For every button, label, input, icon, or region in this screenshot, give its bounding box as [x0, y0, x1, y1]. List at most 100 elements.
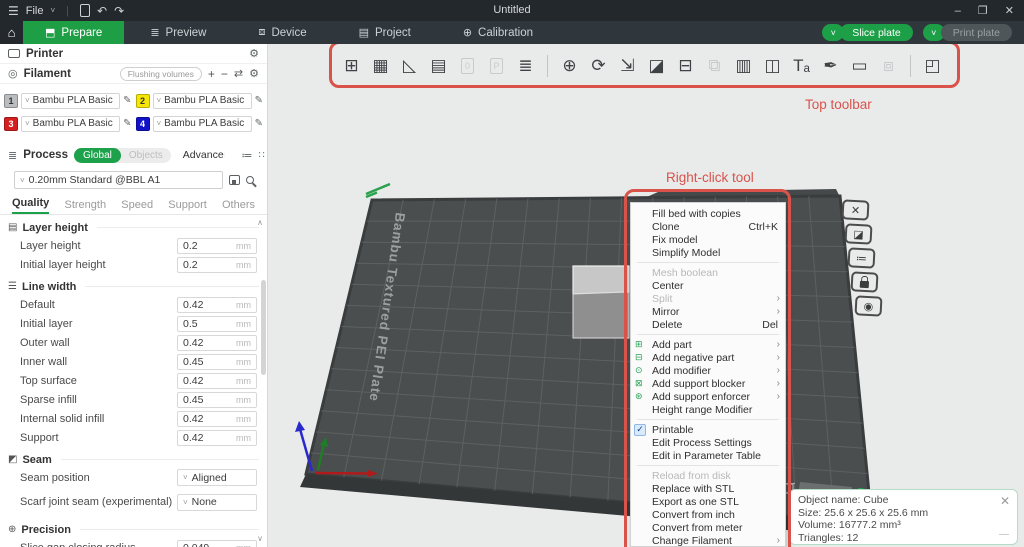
plate-arrange-button[interactable]: ≔: [847, 247, 875, 268]
setting-input[interactable]: 0.45mm: [177, 392, 257, 408]
toolbar-layers-button[interactable]: ≣: [515, 53, 536, 79]
filament-edit-icon[interactable]: ✎: [123, 95, 131, 106]
add-filament-button[interactable]: +: [208, 67, 215, 81]
toolbar-measure-button[interactable]: ▭: [849, 53, 870, 79]
search-icon[interactable]: [246, 176, 254, 184]
hamburger-menu-icon[interactable]: ☰: [8, 5, 19, 17]
toolbar-arrange-button[interactable]: ▤: [428, 53, 449, 79]
menu-item-convert-from-inch[interactable]: Convert from inch: [631, 508, 785, 521]
menu-item-delete[interactable]: DeleteDel: [631, 318, 785, 331]
param-tab-others[interactable]: Others: [222, 199, 255, 214]
plate-settings-button[interactable]: ◉: [854, 295, 882, 316]
filament-dropdown[interactable]: ˅Bambu PLA Basic: [21, 116, 120, 132]
sidebar-scrollbar[interactable]: [261, 280, 266, 375]
filament-dropdown[interactable]: ˅Bambu PLA Basic: [21, 93, 120, 109]
home-tab[interactable]: ⌂: [0, 21, 23, 44]
filament-edit-icon[interactable]: ✎: [255, 118, 263, 129]
menu-item-clone[interactable]: CloneCtrl+K: [631, 220, 785, 233]
file-menu-chevron-icon[interactable]: ˅: [51, 7, 56, 15]
setting-input[interactable]: 0.2mm: [177, 257, 257, 273]
toolbar-add-plate-button[interactable]: ▦: [370, 53, 391, 79]
setting-input[interactable]: 0.42mm: [177, 411, 257, 427]
objects-list-icon[interactable]: ∷: [259, 150, 265, 161]
scope-objects[interactable]: Objects: [121, 150, 171, 161]
toolbar-auto-orient-button[interactable]: ◺: [399, 53, 420, 79]
tab-device[interactable]: ⧈Device: [232, 21, 332, 44]
toolbar-add-object-button[interactable]: ⊞: [341, 53, 362, 79]
menu-item-edit-process-settings[interactable]: Edit Process Settings: [631, 436, 785, 449]
minimize-button[interactable]: –: [955, 5, 961, 17]
setting-input[interactable]: 0.5mm: [177, 316, 257, 332]
menu-item-fix-model[interactable]: Fix model: [631, 233, 785, 246]
filament-color-swatch[interactable]: 3: [4, 117, 18, 131]
param-tab-strength[interactable]: Strength: [64, 199, 106, 214]
menu-item-add-part[interactable]: ⊞Add part›: [631, 338, 785, 351]
filament-dropdown[interactable]: ˅Bambu PLA Basic: [153, 116, 252, 132]
menu-item-add-negative-part[interactable]: ⊟Add negative part›: [631, 351, 785, 364]
printer-row[interactable]: Printer ⚙: [0, 44, 267, 64]
menu-item-add-modifier[interactable]: ⊙Add modifier›: [631, 364, 785, 377]
print-plate-button[interactable]: Print plate: [941, 24, 1012, 41]
menu-item-convert-from-meter[interactable]: Convert from meter: [631, 521, 785, 534]
menu-item-add-support-blocker[interactable]: ⊠Add support blocker›: [631, 377, 785, 390]
setting-input[interactable]: 0.2mm: [177, 238, 257, 254]
undo-icon[interactable]: ↶: [97, 5, 107, 17]
menu-item-center[interactable]: Center: [631, 279, 785, 292]
tab-calibration[interactable]: ⊕Calibration: [437, 21, 559, 44]
setting-dropdown[interactable]: ˅None: [177, 494, 257, 511]
param-tab-support[interactable]: Support: [168, 199, 207, 214]
menu-item-mirror[interactable]: Mirror›: [631, 305, 785, 318]
section-line-width[interactable]: ☰Line width: [0, 278, 267, 295]
section-layer-height[interactable]: ▤Layer height: [0, 219, 267, 236]
close-button[interactable]: ✕: [1005, 4, 1014, 17]
menu-item-fill-bed-with-copies[interactable]: Fill bed with copies: [631, 207, 785, 220]
filament-color-swatch[interactable]: 2: [136, 94, 150, 108]
plate-delete-button[interactable]: ✕: [841, 199, 869, 220]
setting-input[interactable]: 0.45mm: [177, 354, 257, 370]
info-close-icon[interactable]: ✕: [1000, 495, 1010, 508]
maximize-button[interactable]: ❐: [978, 4, 988, 17]
filament-row[interactable]: ◎ Filament Flushing volumes + − ⇄ ⚙: [0, 64, 267, 84]
toolbar-variable-layer-height-button[interactable]: ▥: [733, 53, 754, 79]
tab-project[interactable]: ▤Project: [333, 21, 437, 44]
slice-plate-button[interactable]: Slice plate: [840, 24, 912, 41]
filament-sync-icon[interactable]: ⇄: [234, 67, 243, 80]
setting-input[interactable]: 0.42mm: [177, 297, 257, 313]
parameter-table-icon[interactable]: ≔: [242, 149, 253, 162]
scroll-up-arrow[interactable]: ∧: [257, 218, 263, 227]
info-minimize-icon[interactable]: —: [999, 529, 1009, 542]
tab-prepare[interactable]: ⬒Prepare: [23, 21, 124, 44]
menu-item-add-support-enforcer[interactable]: ⊛Add support enforcer›: [631, 390, 785, 403]
menu-item-change-filament[interactable]: Change Filament›: [631, 534, 785, 547]
menu-item-replace-with-stl[interactable]: Replace with STL: [631, 482, 785, 495]
section-precision[interactable]: ⊕Precision: [0, 521, 267, 538]
toolbar-cut-button[interactable]: ◫: [762, 53, 783, 79]
setting-input[interactable]: 0.049mm: [177, 540, 257, 547]
menu-item-export-as-one-stl[interactable]: Export as one STL: [631, 495, 785, 508]
toolbar-paint-button[interactable]: ✒: [820, 53, 841, 79]
filament-edit-icon[interactable]: ✎: [255, 95, 263, 106]
setting-input[interactable]: 0.42mm: [177, 335, 257, 351]
param-tab-speed[interactable]: Speed: [121, 199, 153, 214]
process-scope-toggle[interactable]: Global Objects: [74, 148, 171, 163]
filament-edit-icon[interactable]: ✎: [123, 118, 131, 129]
menu-item-edit-in-parameter-table[interactable]: Edit in Parameter Table: [631, 449, 785, 462]
scroll-down-arrow[interactable]: ∨: [257, 534, 263, 543]
setting-dropdown[interactable]: ˅Aligned: [177, 469, 257, 486]
menu-item-printable[interactable]: ✓Printable: [631, 423, 785, 436]
setting-input[interactable]: 0.42mm: [177, 373, 257, 389]
printable-checkbox-checked-icon[interactable]: ✓: [634, 424, 646, 436]
menu-item-simplify-model[interactable]: Simplify Model: [631, 246, 785, 259]
flushing-volumes-button[interactable]: Flushing volumes: [120, 67, 202, 81]
remove-filament-button[interactable]: −: [221, 67, 228, 81]
tab-preview[interactable]: ≣Preview: [124, 21, 232, 44]
toolbar-text-button[interactable]: Tₐ: [791, 53, 812, 79]
toolbar-split-horizontal-button[interactable]: ⊟: [675, 53, 696, 79]
redo-icon[interactable]: ↷: [114, 5, 124, 17]
toolbar-rotate-button[interactable]: ⟳: [588, 53, 609, 79]
new-document-icon[interactable]: [80, 4, 90, 17]
filament-color-swatch[interactable]: 1: [4, 94, 18, 108]
plate-orient-button[interactable]: ◪: [844, 223, 872, 244]
plate-rename-pencil-icon[interactable]: [366, 184, 390, 197]
filament-settings-gear-icon[interactable]: ⚙: [249, 67, 259, 80]
